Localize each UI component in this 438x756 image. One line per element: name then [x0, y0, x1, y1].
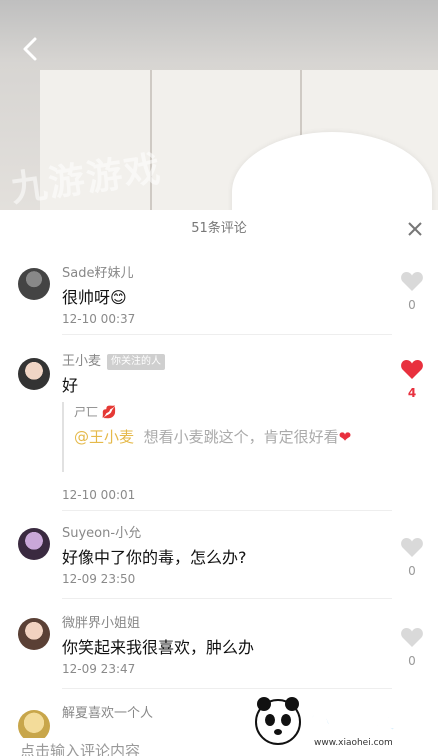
- following-badge: 你关注的人: [107, 353, 166, 370]
- comment-sheet: 51条评论 Sade籽妹儿 很帅呀😊 12-10 00:37 0 王小麦 你关注的…: [0, 210, 438, 756]
- comment-input-placeholder: 点击输入评论内容: [20, 742, 141, 756]
- brand-logo-text: 小黑游戏: [308, 708, 396, 734]
- smile-emoji-icon: 😊: [110, 288, 127, 307]
- close-icon[interactable]: [408, 222, 422, 236]
- quoted-reply: ㄕ匸 💋 @王小麦 想看小麦跳这个，肯定很好看❤: [62, 402, 394, 472]
- like-button[interactable]: 4: [397, 358, 427, 400]
- comment-time: 12-10 00:37: [62, 312, 136, 326]
- comment-item: 王小麦 你关注的人 好 ㄕ匸 💋 @王小麦 想看小麦跳这个，肯定很好看❤ 12-1…: [0, 348, 438, 508]
- reply-username[interactable]: ㄕ匸: [74, 405, 98, 419]
- comment-item: Suyeon-小允 好像中了你的毒，怎么办? 12-09 23:50 0: [0, 520, 438, 600]
- heart-icon: [401, 628, 423, 647]
- like-count: 0: [408, 298, 416, 312]
- heart-emoji-icon: ❤: [338, 428, 352, 446]
- comment-time: 12-09 23:50: [62, 572, 136, 586]
- brand-logo: 小黑游戏 www.xiaohei.com: [255, 697, 397, 748]
- comment-username[interactable]: 王小麦: [62, 354, 101, 369]
- like-button[interactable]: 0: [397, 270, 427, 312]
- reply-text: @王小麦 想看小麦跳这个，肯定很好看❤: [74, 428, 352, 446]
- reply-mention[interactable]: @王小麦: [74, 428, 134, 446]
- lips-icon: 💋: [101, 405, 117, 419]
- avatar[interactable]: [18, 528, 50, 560]
- reply-username-row: ㄕ匸 💋: [74, 402, 394, 422]
- divider: [62, 598, 392, 599]
- comment-username[interactable]: 微胖界小姐姐: [62, 612, 140, 631]
- comment-time: 12-09 23:47: [62, 662, 136, 676]
- comment-time: 12-10 00:01: [62, 488, 136, 502]
- like-count: 4: [407, 386, 417, 400]
- video-preview[interactable]: 九游游戏: [0, 0, 438, 210]
- comment-username[interactable]: Sade籽妹儿: [62, 262, 133, 281]
- avatar[interactable]: [18, 268, 50, 300]
- comment-username[interactable]: Suyeon-小允: [62, 522, 141, 541]
- comment-text: 好: [62, 376, 79, 395]
- divider: [62, 688, 392, 689]
- back-arrow-icon[interactable]: [16, 34, 46, 64]
- comment-username[interactable]: 解夏喜欢一个人: [62, 702, 153, 721]
- avatar[interactable]: [18, 358, 50, 390]
- comment-text: 好像中了你的毒，怎么办?: [62, 548, 247, 567]
- like-count: 0: [408, 654, 416, 668]
- like-button[interactable]: 0: [397, 536, 427, 578]
- divider: [62, 510, 392, 511]
- brand-url: www.xiaohei.com: [314, 738, 393, 748]
- like-count: 0: [408, 564, 416, 578]
- heart-icon: [401, 538, 423, 557]
- like-button[interactable]: 0: [397, 626, 427, 668]
- comment-username-row: 王小麦 你关注的人: [62, 350, 166, 370]
- heart-icon: [401, 272, 423, 291]
- comment-item: 微胖界小姐姐 你笑起来我很喜欢，肿么办 12-09 23:47 0: [0, 610, 438, 690]
- divider: [62, 334, 392, 335]
- comment-text: 你笑起来我很喜欢，肿么办: [62, 638, 255, 657]
- avatar[interactable]: [18, 618, 50, 650]
- comment-count-title: 51条评论: [191, 221, 247, 236]
- comment-text: 很帅呀😊: [62, 288, 127, 307]
- heart-icon: [401, 360, 423, 379]
- comment-item: Sade籽妹儿 很帅呀😊 12-10 00:37 0: [0, 260, 438, 350]
